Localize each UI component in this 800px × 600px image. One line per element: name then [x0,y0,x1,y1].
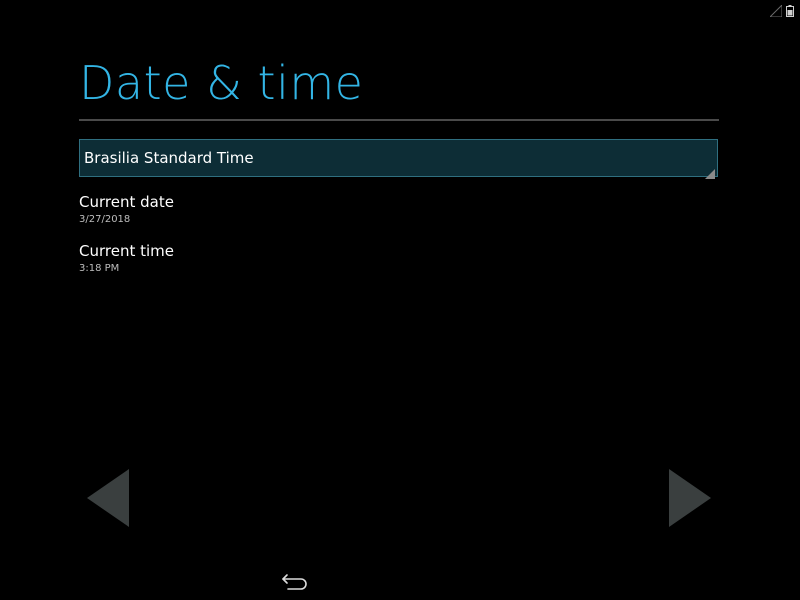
status-bar [768,2,794,21]
current-time-value: 3:18 PM [79,263,120,274]
current-date-title: Current date [79,193,174,211]
previous-button[interactable] [86,468,130,528]
next-arrow-icon [668,469,712,532]
title-divider [79,119,719,121]
current-date-value: 3/27/2018 [79,214,131,225]
signal-icon [768,2,783,21]
next-button[interactable] [668,468,712,528]
dropdown-corner-icon [705,164,715,179]
battery-icon [786,2,794,21]
current-time-title: Current time [79,242,174,260]
timezone-selected-label: Brasilia Standard Time [84,149,254,167]
back-icon [280,574,310,596]
current-time-row[interactable]: Current time 3:18 PM [79,242,719,274]
timezone-spinner[interactable]: Brasilia Standard Time [79,139,718,179]
previous-arrow-icon [86,469,130,532]
setup-screen: Date & time Brasilia Standard Time Curre… [0,0,800,600]
page-title: Date & time [79,56,364,110]
back-button[interactable] [280,570,310,592]
current-date-row[interactable]: Current date 3/27/2018 [79,193,719,225]
